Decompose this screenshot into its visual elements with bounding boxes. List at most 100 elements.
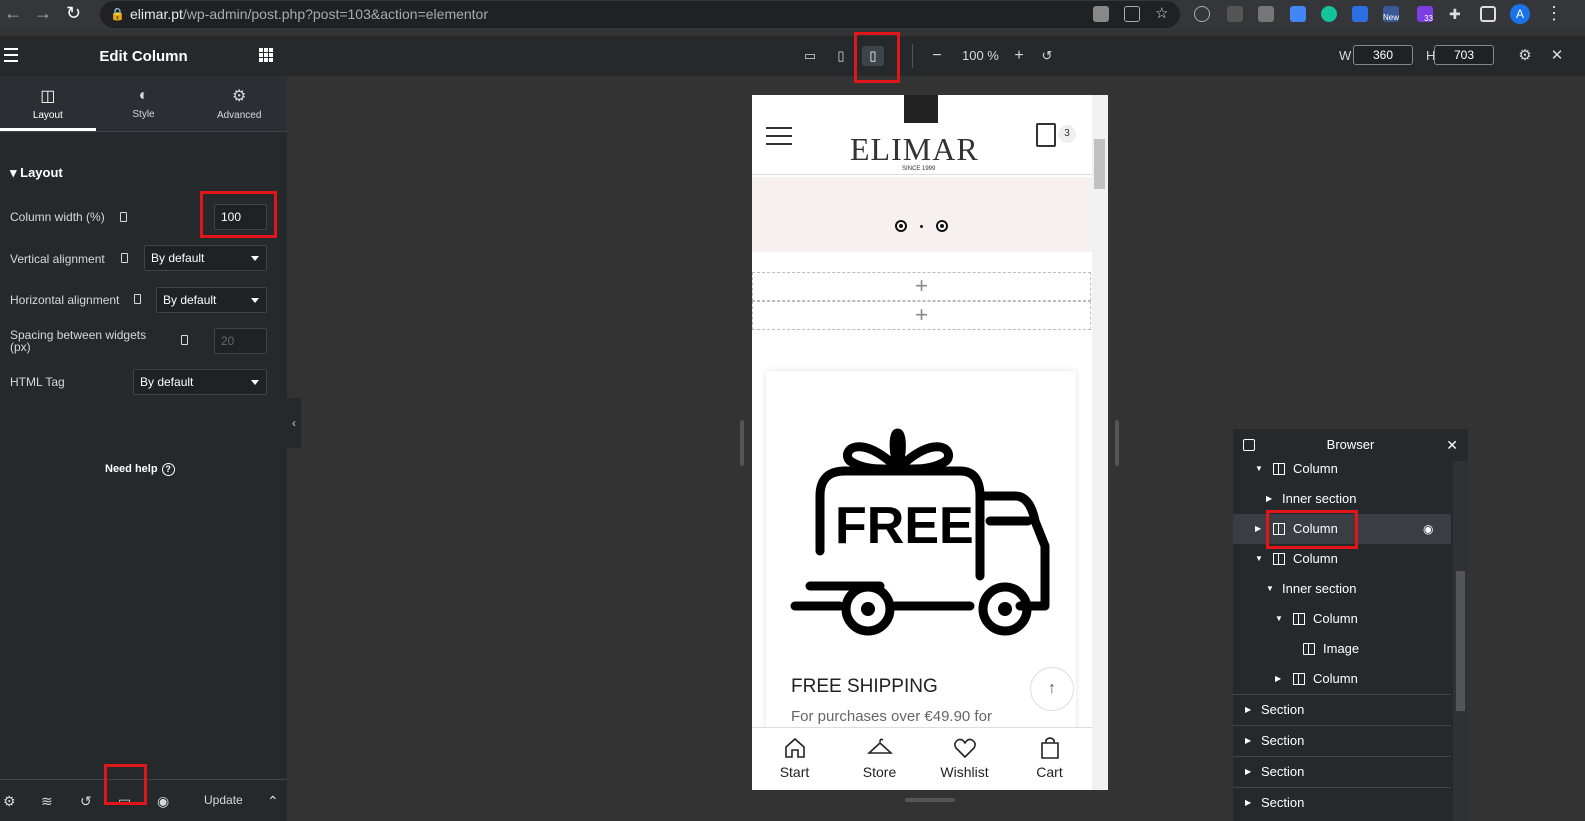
settings-icon[interactable]: ⚙ xyxy=(3,793,16,810)
editor-topbar: ▭ ▯ ▯ − 100 % + ↺ W 360 H 703 ⚙ ✕ xyxy=(287,36,1585,76)
resize-handle-bottom[interactable] xyxy=(905,798,955,802)
slider-dot[interactable] xyxy=(920,225,923,228)
navigator-item-column[interactable]: ▼ Column xyxy=(1233,604,1451,634)
eye-icon[interactable]: ◉ xyxy=(1423,514,1433,544)
navigator-item-section[interactable]: ▶ Section xyxy=(1233,725,1451,755)
tabbar-item-cart[interactable]: Cart xyxy=(1007,728,1092,790)
recycle-icon[interactable] xyxy=(1227,6,1243,22)
navigator-item-inner-section[interactable]: ▶ Inner section xyxy=(1233,484,1451,514)
navigator-item-section[interactable]: ▶ Section xyxy=(1233,787,1451,821)
navigator-item-label: Column xyxy=(1293,521,1338,536)
chevron-up-icon[interactable]: ⌃ xyxy=(267,793,279,810)
history-icon[interactable]: ↺ xyxy=(80,793,92,810)
star-icon[interactable]: ☆ xyxy=(1155,6,1171,22)
cart-bag-icon[interactable] xyxy=(1036,123,1056,147)
collapse-all-icon[interactable] xyxy=(1243,439,1255,451)
kebab-menu-icon[interactable]: ⋮ xyxy=(1545,3,1563,24)
cart-count-badge: 3 xyxy=(1058,125,1076,143)
navigator-item-inner-section[interactable]: ▼ Inner section xyxy=(1233,574,1451,604)
puzzle-icon[interactable]: ✚ xyxy=(1449,6,1465,22)
tabbar-item-store[interactable]: Store xyxy=(837,728,922,790)
settings-gear-icon[interactable]: ⚙ xyxy=(1514,46,1536,66)
profile-avatar[interactable]: A xyxy=(1510,4,1530,24)
desktop-icon[interactable]: ▭ xyxy=(799,46,821,66)
translate-icon[interactable] xyxy=(1093,6,1109,22)
navigator-item-label: Section xyxy=(1261,764,1305,779)
html-tag-select[interactable]: By default xyxy=(133,369,267,395)
width-input[interactable]: 360 xyxy=(1353,45,1413,65)
tabbar-label: Wishlist xyxy=(940,764,989,780)
navigator-item-column[interactable]: ▼ Column xyxy=(1233,454,1451,484)
update-button[interactable]: Update xyxy=(204,793,243,807)
collapse-panel-toggle[interactable]: ‹ xyxy=(287,398,301,448)
scrollbar-thumb[interactable] xyxy=(1094,139,1105,189)
new-extension-icon[interactable]: New xyxy=(1383,6,1399,22)
reset-zoom-icon[interactable]: ↺ xyxy=(1036,46,1058,66)
site-menu-icon[interactable] xyxy=(766,127,792,151)
responsive-mobile-icon[interactable] xyxy=(134,294,141,304)
height-input[interactable]: 703 xyxy=(1434,45,1494,65)
responsive-mode-icon[interactable]: ▭ xyxy=(118,793,131,810)
slider-dot[interactable] xyxy=(895,220,907,232)
preview-eye-icon[interactable]: ◉ xyxy=(157,793,169,810)
resize-handle-right[interactable] xyxy=(1115,420,1119,466)
extension-count-icon[interactable]: 33 xyxy=(1417,6,1433,23)
panel-title: Edit Column xyxy=(99,47,188,65)
responsive-mobile-icon[interactable] xyxy=(121,253,128,263)
sidepanel-icon[interactable] xyxy=(1480,6,1496,22)
reload-icon[interactable]: ↻ xyxy=(66,3,81,24)
site-logo[interactable]: ELIMAR xyxy=(850,131,979,168)
navigator-item-section[interactable]: ▶ Section xyxy=(1233,756,1451,786)
need-help-link[interactable]: Need help? xyxy=(105,463,175,476)
address-bar[interactable]: 🔒 elimar.pt/wp-admin/post.php?post=103&a… xyxy=(100,1,1180,28)
globe-icon[interactable] xyxy=(1194,6,1210,22)
spacing-label-unit: (px) xyxy=(10,340,31,354)
bag-icon xyxy=(1040,737,1059,759)
layers-icon[interactable]: ≋ xyxy=(41,793,53,810)
layout-section-toggle[interactable]: ▾ Layout xyxy=(10,165,63,181)
docs-icon[interactable] xyxy=(1352,6,1368,22)
responsive-mobile-icon[interactable] xyxy=(181,335,188,345)
tab-style[interactable]: ◐ Style xyxy=(96,76,192,131)
add-section-button[interactable]: + xyxy=(752,301,1091,330)
tab-advanced[interactable]: ⚙ Advanced xyxy=(191,76,287,131)
navigator-scrollbar[interactable] xyxy=(1453,461,1468,821)
navigator-item-label: Column xyxy=(1293,551,1338,566)
horizontal-alignment-select[interactable]: By default xyxy=(156,287,267,313)
grammarly-icon[interactable] xyxy=(1321,6,1337,22)
forward-icon[interactable]: → xyxy=(34,3,52,24)
back-to-top-arrow-icon[interactable]: ↑ xyxy=(1030,667,1074,711)
tabbar-item-wishlist[interactable]: Wishlist xyxy=(922,728,1007,790)
google-translate-icon[interactable] xyxy=(1290,6,1306,22)
slider-dot[interactable] xyxy=(936,220,948,232)
tab-layout[interactable]: ◫ Layout xyxy=(0,76,96,131)
spacing-input[interactable]: 20 xyxy=(214,328,267,354)
widgets-grid-icon[interactable] xyxy=(259,48,273,62)
hanger-icon xyxy=(866,738,893,754)
vertical-alignment-select[interactable]: By default xyxy=(144,245,267,271)
navigator-item-column-selected[interactable]: ▶ Column ◉ xyxy=(1233,514,1451,544)
close-icon[interactable]: ✕ xyxy=(1546,46,1568,66)
scrollbar-thumb[interactable] xyxy=(1456,571,1465,711)
tablet-icon[interactable]: ▯ xyxy=(830,46,852,66)
zoom-in-icon[interactable]: + xyxy=(1008,46,1030,66)
column-width-input[interactable]: 100 xyxy=(214,204,267,230)
preview-scrollbar[interactable] xyxy=(1092,95,1108,790)
tabbar-item-start[interactable]: Start xyxy=(752,728,837,790)
hamburger-menu-icon[interactable] xyxy=(4,48,18,66)
navigator-item-column[interactable]: ▼ Column xyxy=(1233,544,1451,574)
back-icon[interactable]: ← xyxy=(4,3,22,24)
mobile-icon[interactable]: ▯ xyxy=(862,46,884,66)
resize-handle-left[interactable] xyxy=(740,420,744,466)
navigator-item-label: Section xyxy=(1261,733,1305,748)
navigator-item-section[interactable]: ▶ Section xyxy=(1233,694,1451,724)
logo-mark xyxy=(904,95,938,123)
share-icon[interactable] xyxy=(1124,6,1140,22)
tabbar-label: Cart xyxy=(1036,764,1063,780)
camera-icon[interactable] xyxy=(1258,6,1274,22)
add-section-button[interactable]: + xyxy=(752,272,1091,301)
navigator-item-image[interactable]: Image xyxy=(1233,634,1451,664)
responsive-mobile-icon[interactable] xyxy=(120,212,127,222)
navigator-item-column[interactable]: ▶ Column xyxy=(1233,664,1451,694)
zoom-out-icon[interactable]: − xyxy=(926,46,948,66)
